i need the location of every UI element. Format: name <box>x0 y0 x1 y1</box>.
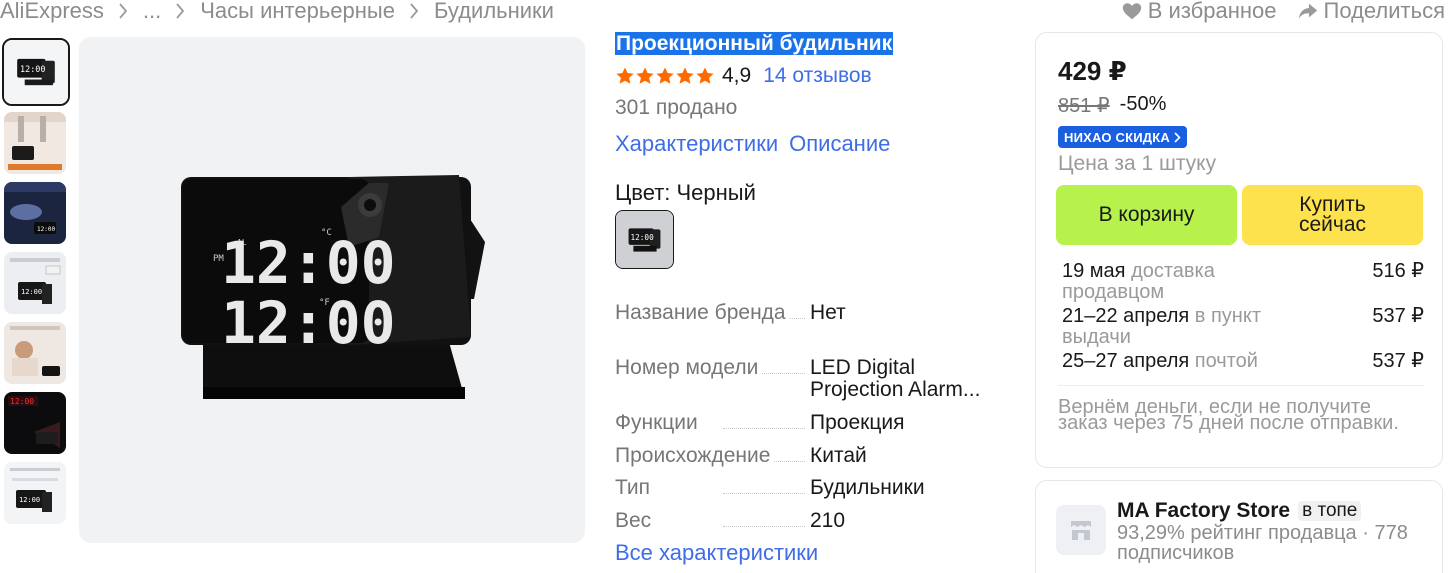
product-title: Проекционный будильник <box>615 32 894 56</box>
clock-display-top: 12:00 <box>221 229 396 297</box>
spec-key: Функции <box>615 411 805 434</box>
unit-price-label: Цена за 1 штуку <box>1058 152 1217 175</box>
spec-key: Вес <box>615 509 805 532</box>
star-icon <box>616 67 634 84</box>
old-price: 851 ₽ <box>1058 95 1110 117</box>
buy-now-button[interactable]: Купить сейчас <box>1242 185 1423 245</box>
thumbnail-5[interactable] <box>4 322 66 384</box>
breadcrumb-interior-clocks[interactable]: Часы интерьерные <box>200 0 395 24</box>
store-meta: 93,29% рейтинг продавца · 778 подписчико… <box>1117 522 1408 564</box>
thumbnail-1[interactable]: 12:00 <box>2 38 70 106</box>
star-icon <box>656 67 674 84</box>
thumbnail-6[interactable]: 12:00 <box>4 392 66 454</box>
delivery-price: 537 ₽ <box>1372 350 1424 372</box>
thumbnail-2[interactable] <box>4 112 66 174</box>
store-card[interactable]: MA Factory Store в топе 93,29% рейтинг п… <box>1035 480 1443 573</box>
spec-value: Будильники <box>810 476 925 499</box>
svg-text:12:00: 12:00 <box>21 288 42 296</box>
refund-guarantee: Вернём деньги, если не получите заказ че… <box>1058 396 1399 434</box>
star-icon <box>676 67 694 84</box>
spec-value: Нет <box>810 301 846 324</box>
spec-key: Происхождение <box>615 444 805 467</box>
spec-key: Тип <box>615 476 805 499</box>
chevron-right-icon <box>175 0 185 26</box>
top-store-badge: в топе <box>1298 501 1362 521</box>
spec-value: Проекция <box>810 411 905 434</box>
share-label: Поделиться <box>1323 0 1445 23</box>
star-icon <box>696 67 714 84</box>
star-icon <box>636 67 654 84</box>
store-icon <box>1056 505 1106 555</box>
thumbnail-7[interactable]: 12:00 <box>4 462 66 524</box>
promo-badge-label: НИХАО СКИДКА <box>1064 129 1170 145</box>
breadcrumb-aliexpress[interactable]: AliExpress <box>0 0 104 24</box>
rating-value: 4,9 <box>722 64 752 87</box>
clock-display-bottom: 12:00 <box>221 289 396 357</box>
delivery-price: 516 ₽ <box>1372 260 1424 282</box>
breadcrumb: AliExpress ... Часы интерьерные Будильни… <box>0 0 554 26</box>
divider <box>1058 385 1424 386</box>
spec-value: Китай <box>810 444 867 467</box>
product-title-text: Проекционный будильник <box>615 32 894 55</box>
store-name[interactable]: MA Factory Store <box>1117 499 1290 523</box>
product-main-image[interactable]: PM AL °C °F 12:00 12:00 <box>79 37 585 543</box>
color-swatch-black[interactable]: 12:00 <box>615 210 674 269</box>
current-price: 429 ₽ <box>1058 56 1127 86</box>
breadcrumb-ellipsis[interactable]: ... <box>143 0 161 24</box>
svg-text:12:00: 12:00 <box>630 233 654 242</box>
spec-value: 210 <box>810 509 846 532</box>
chevron-right-icon <box>409 0 419 26</box>
heart-icon <box>1122 3 1141 20</box>
thumbnail-4[interactable]: 12:00 <box>4 252 66 314</box>
section-links: Характеристики Описание <box>615 131 890 157</box>
rating-stars <box>615 66 715 86</box>
promo-badge[interactable]: НИХАО СКИДКА <box>1058 126 1187 148</box>
top-actions: В избранное Поделиться <box>1121 0 1445 26</box>
breadcrumb-alarm-clocks[interactable]: Будильники <box>434 0 554 24</box>
favorite-label: В избранное <box>1147 0 1277 23</box>
delivery-price: 537 ₽ <box>1372 305 1424 327</box>
svg-text:12:00: 12:00 <box>10 397 34 406</box>
rating-row: 4,9 14 отзывов <box>615 62 872 90</box>
reviews-link[interactable]: 14 отзывов <box>763 64 872 88</box>
store-name-row: MA Factory Store в топе <box>1117 499 1362 523</box>
description-link[interactable]: Описание <box>789 131 890 157</box>
all-specs-link[interactable]: Все характеристики <box>615 540 818 566</box>
color-label: Цвет: Черный <box>615 180 756 205</box>
thumbnail-3[interactable]: 12:00 <box>4 182 66 244</box>
add-to-cart-button[interactable]: В корзину <box>1056 185 1237 245</box>
favorite-button[interactable]: В избранное <box>1121 0 1277 24</box>
buy-box: 429 ₽ 851 ₽ -50% НИХАО СКИДКА Цена за 1 … <box>1035 32 1443 468</box>
spec-key: Название бренда <box>615 301 805 324</box>
svg-text:12:00: 12:00 <box>37 226 55 233</box>
svg-text:12:00: 12:00 <box>19 496 40 504</box>
spec-value: LED Digital Projection Alarm... <box>810 356 981 401</box>
chevron-right-icon <box>1174 131 1181 143</box>
discount-percent: -50% <box>1119 93 1167 115</box>
old-price-row: 851 ₽ -50% <box>1058 93 1166 118</box>
chevron-right-icon <box>118 0 128 26</box>
characteristics-link[interactable]: Характеристики <box>615 131 778 157</box>
share-icon <box>1298 3 1317 19</box>
svg-text:12:00: 12:00 <box>20 64 46 74</box>
spec-key: Номер модели <box>615 356 805 379</box>
sold-count: 301 продано <box>615 96 738 119</box>
buy-now-label: Купить сейчас <box>1298 193 1367 236</box>
share-button[interactable]: Поделиться <box>1297 0 1445 24</box>
